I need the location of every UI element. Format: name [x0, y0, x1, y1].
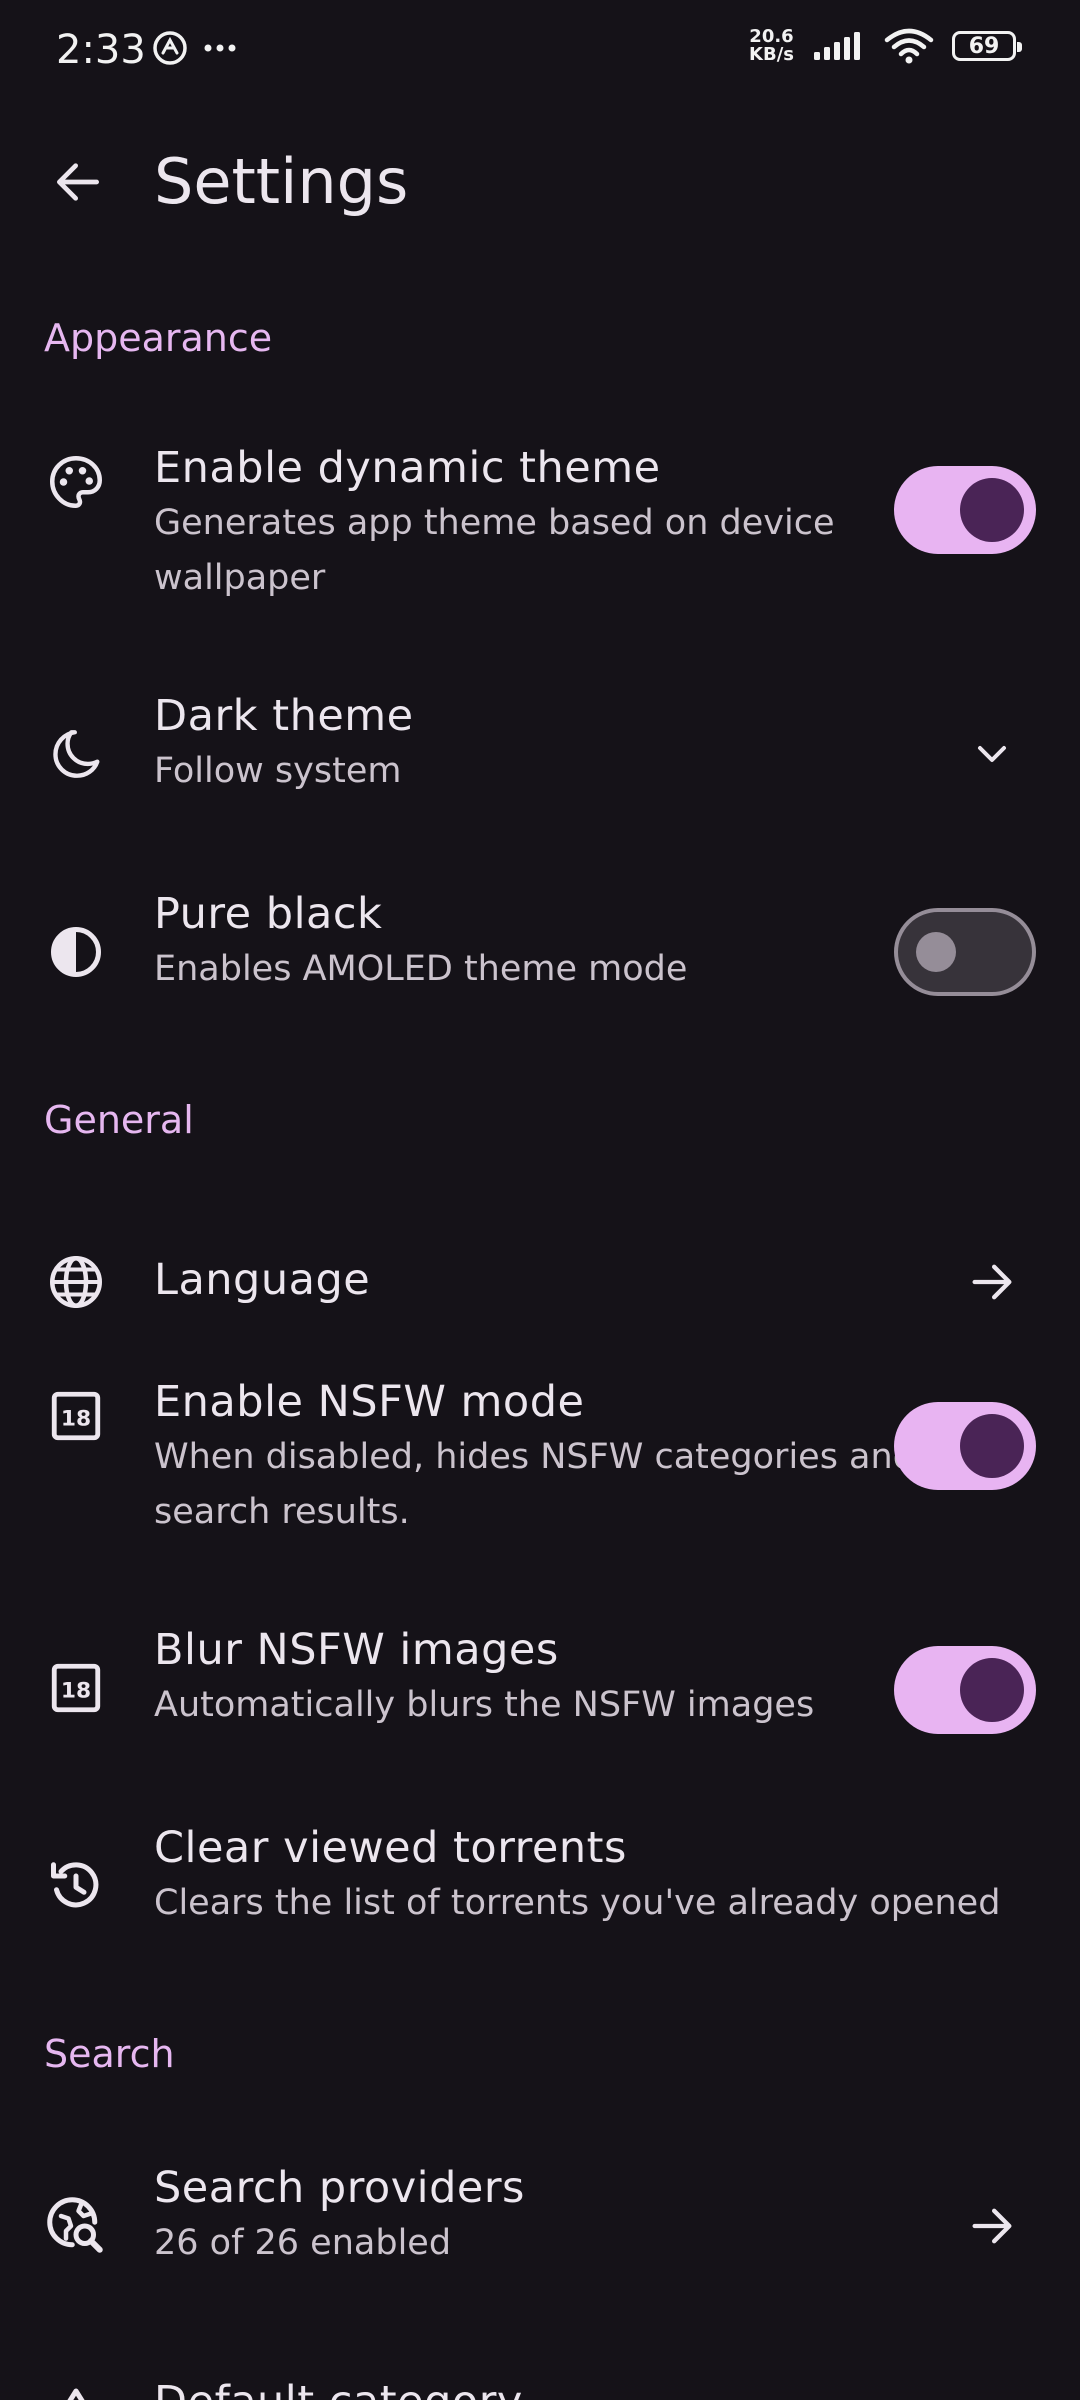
pure-black-toggle[interactable] [894, 908, 1036, 996]
svg-text:18: 18 [61, 1407, 91, 1432]
setting-subtitle: 26 of 26 enabled [154, 2223, 452, 2263]
setting-subtitle: When disabled, hides NSFW categories and… [154, 1437, 915, 1532]
setting-title: Dark theme [154, 691, 414, 741]
arrow-right-icon [972, 2208, 1012, 2244]
setting-subtitle: Generates app theme based on device wall… [154, 503, 835, 598]
dynamic-theme-toggle[interactable] [894, 466, 1036, 554]
section-header-appearance: Appearance [44, 316, 273, 360]
status-bar: 2:33 20.6 KB/s 69 [0, 0, 1080, 100]
travel-explore-icon [47, 2197, 103, 2253]
globe-icon [50, 1256, 102, 1308]
chevron-down-icon [978, 746, 1006, 762]
nsfw-mode-toggle[interactable] [894, 1402, 1036, 1490]
setting-nsfw-mode[interactable]: 18 Enable NSFW mode When disabled, hides… [0, 1374, 1080, 1564]
setting-title: Pure black [154, 889, 383, 939]
arrow-right-icon [972, 1264, 1012, 1300]
setting-subtitle: Follow system [154, 751, 402, 791]
palette-icon [50, 456, 102, 508]
language-open-button[interactable] [948, 1238, 1036, 1326]
setting-title: Search providers [154, 2163, 525, 2213]
setting-search-providers[interactable]: Search providers 26 of 26 enabled [0, 2160, 1080, 2310]
category-icon [67, 2388, 85, 2400]
setting-language[interactable]: Language [0, 1234, 1080, 1330]
toggle-knob [960, 1658, 1024, 1722]
page-title: Settings [154, 145, 409, 218]
setting-title: Default category [154, 2374, 920, 2400]
setting-subtitle: Enables AMOLED theme mode [154, 949, 688, 989]
cellular-signal-icon [814, 32, 860, 60]
toggle-knob [960, 478, 1024, 542]
setting-title: Language [154, 1255, 371, 1305]
status-time: 2:33 [56, 27, 146, 73]
back-button[interactable] [36, 140, 120, 224]
more-notifications-icon [204, 44, 236, 52]
section-header-search: Search [44, 2032, 175, 2076]
arrow-left-icon [57, 163, 99, 201]
setting-dynamic-theme[interactable]: Enable dynamic theme Generates app theme… [0, 440, 1080, 630]
setting-title: Blur NSFW images [154, 1625, 559, 1675]
setting-title: Enable dynamic theme [154, 443, 661, 493]
dark-theme-dropdown[interactable] [948, 710, 1036, 798]
history-icon [51, 1862, 99, 1908]
setting-subtitle: Clears the list of torrents you've alrea… [154, 1883, 1001, 1923]
moon-icon [53, 730, 100, 778]
setting-blur-nsfw[interactable]: 18 Blur NSFW images Automatically blurs … [0, 1622, 1080, 1772]
battery-indicator: 69 [952, 31, 1022, 61]
eighteen-plus-icon: 18 [51, 1663, 101, 1713]
setting-title: Clear viewed torrents [154, 1823, 627, 1873]
setting-clear-viewed-torrents[interactable]: Clear viewed torrents Clears the list of… [0, 1820, 1080, 1970]
section-header-general: General [44, 1098, 194, 1142]
contrast-icon [51, 927, 101, 977]
toggle-knob [916, 932, 956, 972]
eighteen-plus-icon: 18 [51, 1391, 101, 1441]
svg-text:18: 18 [61, 1679, 91, 1704]
network-speed: 20.6 KB/s [749, 26, 794, 65]
toggle-knob [960, 1414, 1024, 1478]
setting-subtitle: Automatically blurs the NSFW images [154, 1685, 815, 1725]
wifi-icon [884, 28, 934, 64]
setting-default-category[interactable]: Default category [0, 2360, 1080, 2400]
search-providers-open-button[interactable] [948, 2182, 1036, 2270]
notification-app-icon [153, 31, 187, 65]
setting-dark-theme[interactable]: Dark theme Follow system [0, 688, 1080, 838]
blur-nsfw-toggle[interactable] [894, 1646, 1036, 1734]
setting-title: Enable NSFW mode [154, 1377, 585, 1427]
top-app-bar: Settings [0, 120, 1080, 244]
setting-pure-black[interactable]: Pure black Enables AMOLED theme mode [0, 886, 1080, 1036]
